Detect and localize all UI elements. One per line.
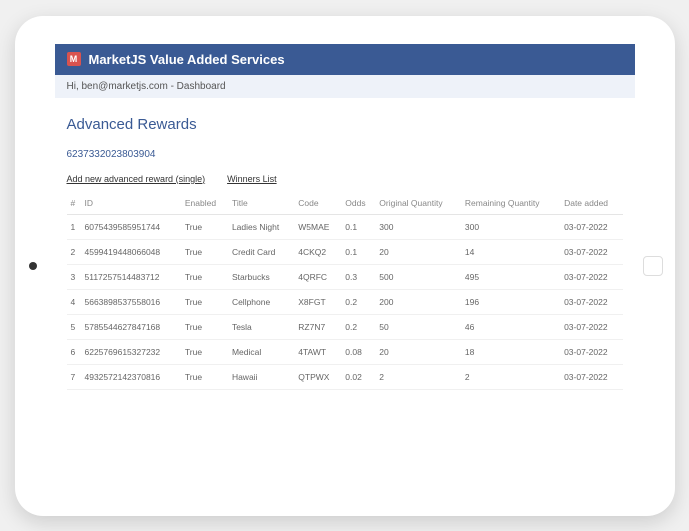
cell-title: Hawaii — [228, 364, 294, 389]
cell-id: 5117257514483712 — [81, 264, 181, 289]
cell-odds: 0.3 — [341, 264, 375, 289]
cell-orig_qty: 2 — [375, 364, 461, 389]
cell-odds: 0.2 — [341, 289, 375, 314]
cell-enabled: True — [181, 239, 228, 264]
cell-orig_qty: 20 — [375, 239, 461, 264]
cell-title: Medical — [228, 339, 294, 364]
table-header-row: # ID Enabled Title Code Odds Original Qu… — [67, 192, 623, 215]
cell-enabled: True — [181, 289, 228, 314]
main-content: Advanced Rewards 6237332023803904 Add ne… — [55, 98, 635, 488]
cell-code: QTPWX — [294, 364, 341, 389]
cell-title: Tesla — [228, 314, 294, 339]
cell-odds: 0.1 — [341, 214, 375, 239]
greeting-text: Hi, ben@marketjs.com - Dashboard — [67, 81, 226, 92]
cell-code: 4CKQ2 — [294, 239, 341, 264]
cell-code: RZ7N7 — [294, 314, 341, 339]
cell-date: 03-07-2022 — [560, 214, 622, 239]
cell-num: 1 — [67, 214, 81, 239]
cell-date: 03-07-2022 — [560, 239, 622, 264]
col-code: Code — [294, 192, 341, 215]
table-row[interactable]: 35117257514483712TrueStarbucks4QRFC0.350… — [67, 264, 623, 289]
col-title: Title — [228, 192, 294, 215]
table-row[interactable]: 66225769615327232TrueMedical4TAWT0.08201… — [67, 339, 623, 364]
col-enabled: Enabled — [181, 192, 228, 215]
table-row[interactable]: 55785544627847168TrueTeslaRZ7N70.2504603… — [67, 314, 623, 339]
cell-num: 7 — [67, 364, 81, 389]
cell-orig_qty: 500 — [375, 264, 461, 289]
cell-rem_qty: 196 — [461, 289, 560, 314]
cell-rem_qty: 495 — [461, 264, 560, 289]
app-screen: M MarketJS Value Added Services Hi, ben@… — [55, 44, 635, 488]
col-date: Date added — [560, 192, 622, 215]
cell-id: 5663898537558016 — [81, 289, 181, 314]
cell-orig_qty: 200 — [375, 289, 461, 314]
cell-enabled: True — [181, 264, 228, 289]
app-header: M MarketJS Value Added Services — [55, 44, 635, 75]
cell-id: 4599419448066048 — [81, 239, 181, 264]
cell-code: X8FGT — [294, 289, 341, 314]
col-rem-qty: Remaining Quantity — [461, 192, 560, 215]
cell-odds: 0.1 — [341, 239, 375, 264]
col-odds: Odds — [341, 192, 375, 215]
cell-enabled: True — [181, 314, 228, 339]
home-button[interactable] — [643, 256, 663, 276]
table-row[interactable]: 74932572142370816TrueHawaiiQTPWX0.022203… — [67, 364, 623, 389]
cell-num: 5 — [67, 314, 81, 339]
table-row[interactable]: 16075439585951744TrueLadies NightW5MAE0.… — [67, 214, 623, 239]
table-row[interactable]: 24599419448066048TrueCredit Card4CKQ20.1… — [67, 239, 623, 264]
section-title: Advanced Rewards — [67, 116, 623, 133]
cell-orig_qty: 300 — [375, 214, 461, 239]
cell-rem_qty: 300 — [461, 214, 560, 239]
cell-id: 4932572142370816 — [81, 364, 181, 389]
cell-num: 6 — [67, 339, 81, 364]
col-orig-qty: Original Quantity — [375, 192, 461, 215]
app-title: MarketJS Value Added Services — [89, 52, 285, 67]
cell-rem_qty: 46 — [461, 314, 560, 339]
col-id: ID — [81, 192, 181, 215]
cell-num: 4 — [67, 289, 81, 314]
cell-code: 4QRFC — [294, 264, 341, 289]
cell-title: Credit Card — [228, 239, 294, 264]
cell-rem_qty: 18 — [461, 339, 560, 364]
cell-orig_qty: 50 — [375, 314, 461, 339]
sub-header: Hi, ben@marketjs.com - Dashboard — [55, 75, 635, 98]
cell-id: 5785544627847168 — [81, 314, 181, 339]
cell-enabled: True — [181, 339, 228, 364]
cell-rem_qty: 14 — [461, 239, 560, 264]
cell-date: 03-07-2022 — [560, 264, 622, 289]
cell-code: 4TAWT — [294, 339, 341, 364]
cell-orig_qty: 20 — [375, 339, 461, 364]
rewards-table: # ID Enabled Title Code Odds Original Qu… — [67, 192, 623, 390]
cell-id: 6075439585951744 — [81, 214, 181, 239]
table-row[interactable]: 45663898537558016TrueCellphoneX8FGT0.220… — [67, 289, 623, 314]
cell-rem_qty: 2 — [461, 364, 560, 389]
action-links: Add new advanced reward (single) Winners… — [67, 174, 623, 184]
col-num: # — [67, 192, 81, 215]
cell-enabled: True — [181, 364, 228, 389]
cell-odds: 0.02 — [341, 364, 375, 389]
cell-title: Ladies Night — [228, 214, 294, 239]
cell-enabled: True — [181, 214, 228, 239]
winners-list-link[interactable]: Winners List — [227, 174, 277, 184]
cell-num: 3 — [67, 264, 81, 289]
cell-num: 2 — [67, 239, 81, 264]
cell-odds: 0.2 — [341, 314, 375, 339]
cell-odds: 0.08 — [341, 339, 375, 364]
cell-date: 03-07-2022 — [560, 289, 622, 314]
cell-date: 03-07-2022 — [560, 364, 622, 389]
logo-icon: M — [67, 52, 81, 66]
section-id: 6237332023803904 — [67, 149, 623, 160]
cell-date: 03-07-2022 — [560, 339, 622, 364]
tablet-frame: M MarketJS Value Added Services Hi, ben@… — [15, 16, 675, 516]
add-new-link[interactable]: Add new advanced reward (single) — [67, 174, 206, 184]
camera-dot — [29, 262, 37, 270]
cell-title: Cellphone — [228, 289, 294, 314]
cell-date: 03-07-2022 — [560, 314, 622, 339]
cell-title: Starbucks — [228, 264, 294, 289]
cell-id: 6225769615327232 — [81, 339, 181, 364]
cell-code: W5MAE — [294, 214, 341, 239]
